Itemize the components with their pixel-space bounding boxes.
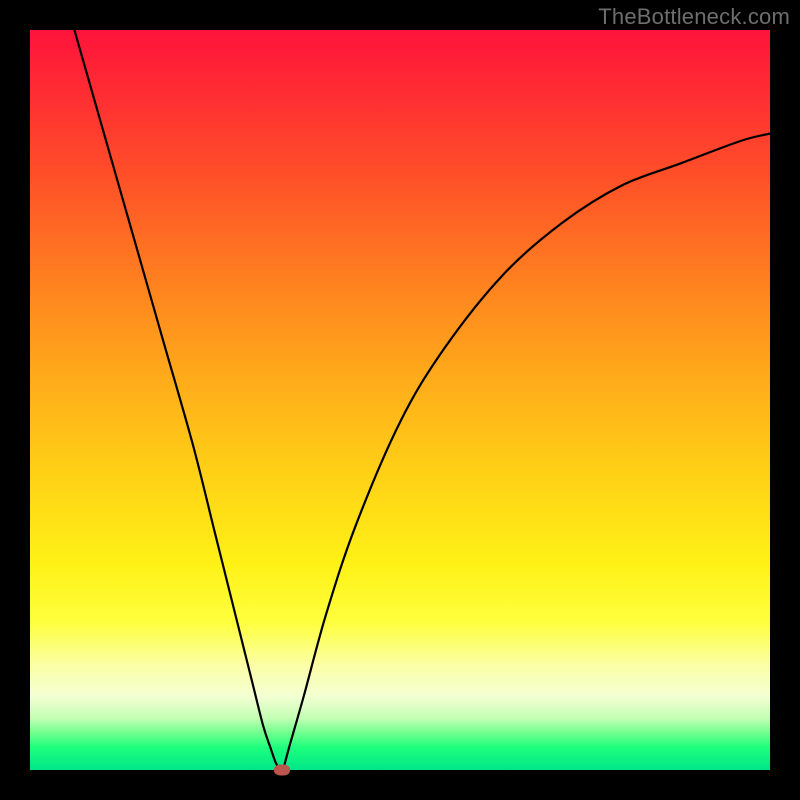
curve-left-branch xyxy=(74,30,280,770)
curve-right-branch xyxy=(283,134,770,770)
bottleneck-curve xyxy=(30,30,770,770)
watermark-text: TheBottleneck.com xyxy=(598,4,790,30)
plot-area xyxy=(30,30,770,770)
chart-frame: TheBottleneck.com xyxy=(0,0,800,800)
optimum-marker xyxy=(274,765,290,776)
